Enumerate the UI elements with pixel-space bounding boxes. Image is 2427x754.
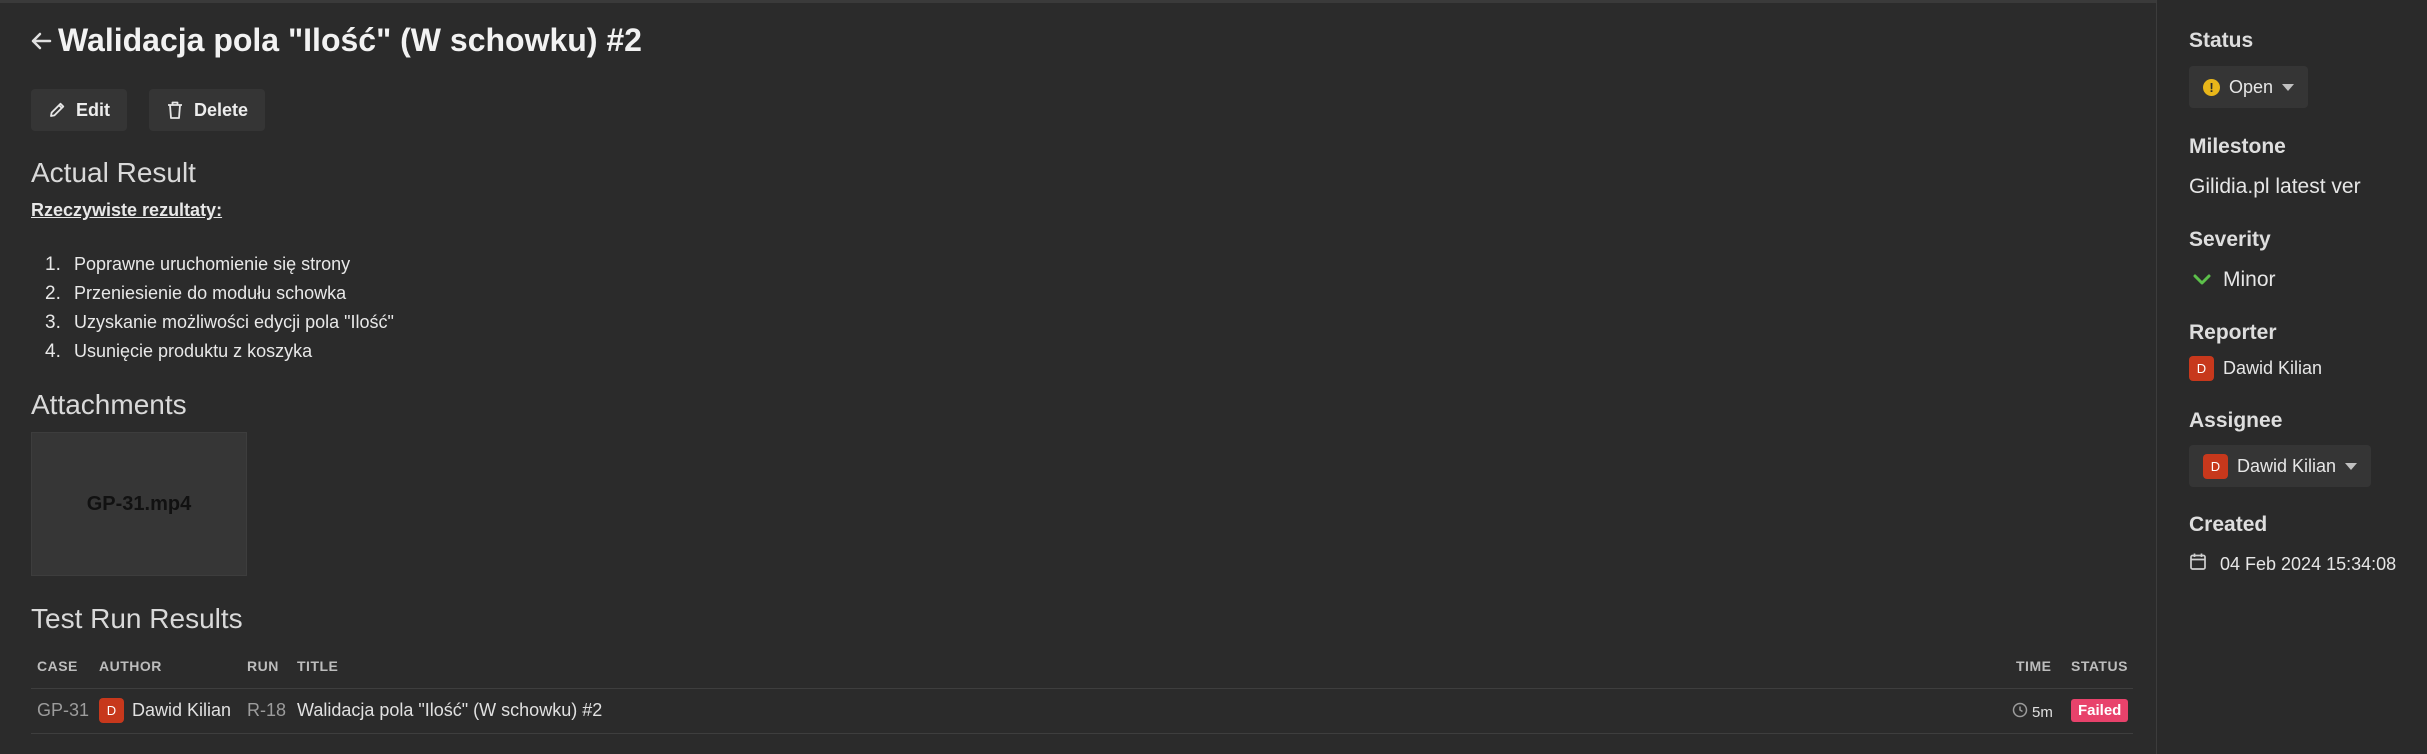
status-label: Status: [2189, 29, 2254, 52]
status-badge: Failed: [2071, 699, 2129, 722]
delete-button-label: Delete: [194, 99, 249, 120]
row-time: 5m: [2012, 702, 2053, 722]
trash-icon: [166, 100, 184, 120]
col-author: AUTHOR: [99, 658, 162, 674]
reporter-row: D Dawid Kilian: [2189, 356, 2322, 381]
row-title[interactable]: Walidacja pola "Ilość" (W schowku) #2: [297, 700, 602, 721]
action-buttons: Edit Delete: [31, 89, 266, 131]
page-title: Walidacja pola "Ilość" (W schowku) #2: [58, 22, 642, 58]
row-case[interactable]: GP-31: [37, 700, 89, 721]
col-title: TITLE: [297, 658, 339, 674]
col-run: RUN: [247, 658, 279, 674]
status-value: Open: [2229, 76, 2274, 97]
actual-result-heading: Actual Result: [31, 157, 196, 188]
list-item: 3. Uzyskanie możliwości edycji pola "Iloś…: [45, 312, 394, 333]
attachments-heading: Attachments: [31, 389, 187, 420]
reporter-label: Reporter: [2189, 321, 2277, 344]
attachment-tile[interactable]: GP-31.mp4: [31, 432, 247, 576]
status-dropdown[interactable]: ! Open: [2189, 66, 2309, 108]
col-time: TIME: [2016, 658, 2052, 674]
pencil-icon: [48, 101, 66, 119]
row-author: D Dawid Kilian: [99, 698, 231, 723]
row-run[interactable]: R-18: [247, 700, 286, 721]
test-run-results-heading: Test Run Results: [31, 603, 243, 634]
created-value: 04 Feb 2024 15:34:08: [2220, 553, 2397, 574]
clock-icon: [2012, 702, 2028, 722]
created-row: 04 Feb 2024 15:34:08: [2189, 552, 2396, 576]
chevron-down-icon: [2345, 462, 2358, 470]
actual-result-list: 1. Poprawne uruchomienie się strony 2. Prz…: [45, 250, 394, 366]
avatar: D: [2189, 356, 2214, 381]
assignee-name: Dawid Kilian: [2237, 455, 2337, 476]
severity-value: Minor: [2223, 268, 2276, 291]
list-item: 4. Usunięcie produktu z koszyka: [45, 341, 313, 362]
edit-button[interactable]: Edit: [31, 89, 127, 131]
edit-button-label: Edit: [76, 99, 110, 120]
actual-result-subheading: Rzeczywiste rezultaty:: [31, 200, 223, 220]
warning-icon: !: [2203, 78, 2220, 96]
assignee-dropdown[interactable]: D Dawid Kilian: [2189, 445, 2372, 487]
col-status: STATUS: [2071, 658, 2128, 674]
issue-sidebar: Status ! Open Milestone Gilidia.pl lates…: [2156, 0, 2427, 754]
assignee-label: Assignee: [2189, 409, 2283, 432]
list-item: 1. Poprawne uruchomienie się strony: [45, 254, 351, 275]
test-run-table: CASE AUTHOR RUN TITLE TIME STATUS GP-31 …: [31, 650, 2133, 734]
severity-label: Severity: [2189, 228, 2271, 251]
delete-button[interactable]: Delete: [149, 89, 266, 131]
avatar: D: [99, 698, 124, 723]
chevron-down-icon: [2282, 83, 2295, 91]
milestone-value[interactable]: Gilidia.pl latest ver: [2189, 175, 2361, 199]
created-label: Created: [2189, 513, 2268, 536]
col-case: CASE: [37, 658, 78, 674]
back-arrow-icon[interactable]: [30, 31, 52, 51]
calendar-icon: [2189, 552, 2207, 576]
issue-main: Walidacja pola "Ilość" (W schowku) #2 Ed…: [0, 0, 2156, 754]
milestone-label: Milestone: [2189, 135, 2286, 158]
table-row[interactable]: GP-31 D Dawid Kilian R-18 Walidacja pola…: [31, 689, 2133, 734]
table-header: CASE AUTHOR RUN TITLE TIME STATUS: [31, 650, 2133, 689]
list-item: 2. Przeniesienie do modułu schowka: [45, 283, 347, 304]
avatar: D: [2203, 453, 2228, 479]
chevron-down-icon: [2193, 268, 2211, 292]
row-author-name: Dawid Kilian: [132, 700, 232, 720]
severity-value-row[interactable]: Minor: [2193, 268, 2276, 292]
reporter-name: Dawid Kilian: [2223, 358, 2323, 378]
attachment-filename: GP-31.mp4: [86, 492, 192, 515]
row-time-value: 5m: [2032, 703, 2053, 721]
title-row: Walidacja pola "Ilość" (W schowku) #2: [30, 22, 642, 59]
